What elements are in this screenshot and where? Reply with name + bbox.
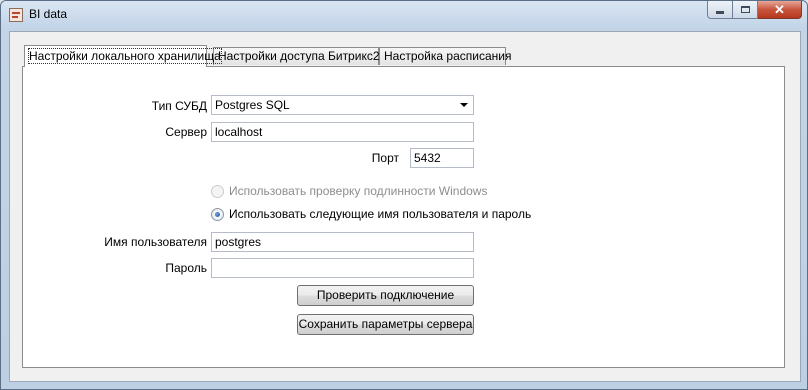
close-button[interactable]: ✕: [758, 1, 802, 19]
port-input[interactable]: 5432: [410, 148, 474, 168]
radio-user-pass-label: Использовать следующие имя пользователя …: [229, 207, 532, 221]
radio-windows-auth-label: Использовать проверку подлинности Window…: [229, 184, 488, 198]
app-window-icon[interactable]: [9, 8, 23, 22]
server-input[interactable]: localhost: [211, 122, 474, 142]
username-label: Имя пользователя: [104, 235, 207, 249]
tab-label: Настройки доступа Битрикс24: [218, 49, 387, 63]
maximize-button[interactable]: [733, 1, 758, 19]
db-type-select[interactable]: Postgres SQL: [211, 95, 474, 115]
radio-user-pass-row[interactable]: Использовать следующие имя пользователя …: [211, 207, 531, 221]
minimize-icon: [716, 11, 724, 14]
caption-buttons: ✕: [707, 1, 802, 20]
db-type-label: Тип СУБД: [151, 99, 207, 113]
tab-bitrix24-access[interactable]: Настройки доступа Битрикс24: [213, 47, 386, 65]
test-connection-button[interactable]: Проверить подключение: [297, 285, 474, 306]
password-label: Пароль: [165, 261, 207, 275]
tab-local-storage[interactable]: Настройки локального хранилища: [24, 45, 222, 67]
title-bar[interactable]: BI data ✕: [1, 1, 807, 29]
maximize-icon: [740, 6, 750, 13]
password-input[interactable]: [211, 258, 474, 278]
port-label: Порт: [371, 151, 399, 165]
close-icon: ✕: [774, 1, 785, 17]
app-window: BI data ✕ Настройки локального хранилища…: [0, 0, 808, 390]
minimize-button[interactable]: [707, 1, 733, 19]
save-server-settings-button[interactable]: Сохранить параметры сервера: [297, 314, 474, 335]
db-type-value: Postgres SQL: [215, 98, 290, 112]
window-title: BI data: [29, 7, 68, 21]
radio-user-pass[interactable]: [211, 207, 224, 221]
tab-schedule[interactable]: Настройка расписания: [379, 47, 511, 65]
radio-windows-auth[interactable]: [211, 184, 224, 198]
window-client-area: Настройки локального хранилища Настройки…: [9, 31, 801, 382]
server-label: Сервер: [165, 125, 207, 139]
chevron-down-icon[interactable]: [460, 103, 468, 107]
tab-label: Настройки локального хранилища: [28, 48, 222, 64]
radio-windows-auth-row[interactable]: Использовать проверку подлинности Window…: [211, 184, 487, 198]
tab-label: Настройка расписания: [384, 49, 512, 63]
username-input[interactable]: postgres: [211, 232, 474, 252]
tab-panel-local-storage: Тип СУБД Postgres SQL Сервер localhost П…: [22, 66, 785, 368]
